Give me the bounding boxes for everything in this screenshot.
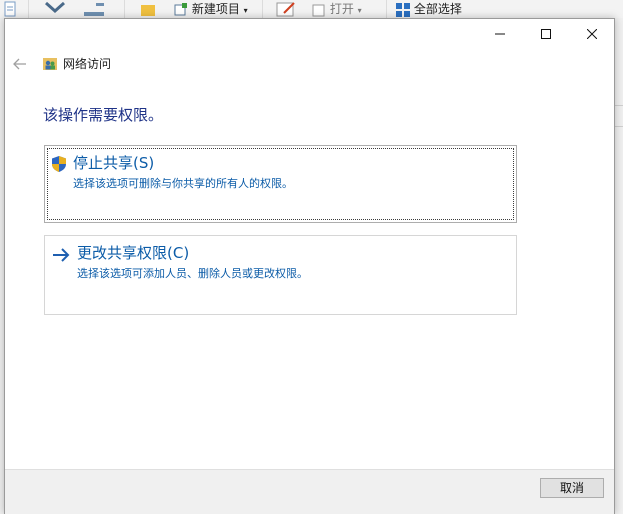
ribbon-separator — [386, 0, 387, 18]
cancel-button[interactable]: 取消 — [540, 478, 604, 498]
back-button[interactable] — [11, 55, 29, 73]
select-all-label: 全部选择 — [413, 2, 462, 16]
uac-shield-icon — [51, 155, 67, 173]
change-sharing-permissions-title: 更改共享权限(C) — [77, 244, 190, 262]
dialog-title: 网络访问 — [63, 57, 112, 71]
new-item-button[interactable]: 新建项目 ▾ — [174, 1, 248, 17]
dropdown-caret-icon: ▾ — [357, 6, 362, 15]
select-all-button[interactable]: 全部选择 — [396, 1, 462, 17]
ribbon-separator — [262, 0, 263, 18]
background-window-edge — [614, 18, 623, 514]
stop-sharing-description: 选择该选项可删除与你共享的所有人的权限。 — [73, 177, 293, 190]
minimize-button[interactable] — [477, 19, 523, 49]
new-item-label: 新建项目 — [191, 2, 240, 16]
ribbon-separator — [124, 0, 125, 18]
back-arrow-icon — [13, 58, 26, 70]
change-sharing-permissions-option[interactable]: 更改共享权限(C) 选择该选项可添加人员、删除人员或更改权限。 — [44, 235, 517, 315]
delete-x-icon[interactable] — [44, 1, 66, 17]
stop-sharing-title: 停止共享(S) — [73, 154, 155, 172]
arrow-right-icon — [51, 247, 71, 265]
document-icon — [4, 1, 16, 17]
folder-icon[interactable] — [140, 1, 156, 17]
edit-icon[interactable] — [276, 1, 298, 17]
navigation-bar: 网络访问 — [5, 49, 614, 79]
close-button[interactable] — [569, 19, 615, 49]
background-divider — [614, 105, 623, 106]
network-access-dialog: 网络访问 该操作需要权限。 停止共享(S) 选择该选项可删除与你共享的所有人的权… — [4, 18, 615, 514]
minimize-icon — [495, 33, 505, 35]
open-label: 打开 — [329, 2, 354, 16]
maximize-icon — [541, 29, 551, 39]
network-access-icon — [42, 56, 58, 72]
title-bar — [5, 19, 614, 49]
dialog-footer: 取消 — [5, 469, 614, 514]
open-button[interactable]: 打开 ▾ — [312, 1, 362, 17]
dropdown-caret-icon: ▾ — [243, 6, 248, 15]
close-icon — [587, 29, 597, 39]
ribbon-separator — [28, 0, 29, 18]
page-heading: 该操作需要权限。 — [43, 106, 164, 124]
rename-icon[interactable] — [82, 1, 108, 17]
background-ribbon: 新建项目 ▾ 打开 ▾ 全部选择 — [0, 0, 623, 19]
stop-sharing-option[interactable]: 停止共享(S) 选择该选项可删除与你共享的所有人的权限。 — [44, 145, 517, 223]
background-divider — [614, 126, 623, 127]
change-sharing-permissions-description: 选择该选项可添加人员、删除人员或更改权限。 — [77, 267, 308, 280]
maximize-button[interactable] — [523, 19, 569, 49]
